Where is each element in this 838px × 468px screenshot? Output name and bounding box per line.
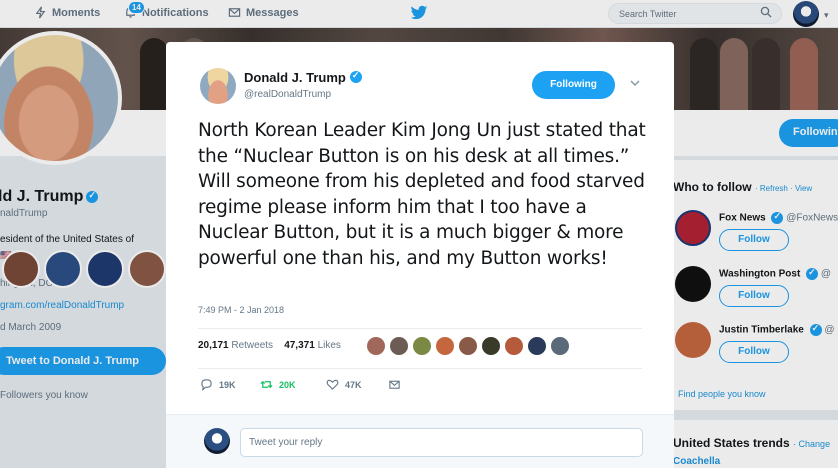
following-button[interactable]: Following: [532, 71, 615, 99]
retweet-icon: [260, 380, 273, 389]
tweet-stats: 20,171 Retweets 47,371 Likes: [198, 340, 341, 351]
verified-icon: [349, 70, 362, 83]
liker-avatar[interactable]: [389, 336, 409, 356]
tweet-timestamp[interactable]: 7:49 PM - 2 Jan 2018: [198, 305, 284, 315]
author-avatar[interactable]: [200, 68, 236, 104]
retweet-count: 20K: [279, 379, 296, 390]
author-handle[interactable]: @realDonaldTrump: [244, 89, 331, 100]
divider: [198, 328, 642, 329]
like-action[interactable]: 47K: [326, 378, 362, 391]
liker-avatar[interactable]: [527, 336, 547, 356]
likes-count[interactable]: 47,371: [284, 340, 315, 351]
tweet-modal: Donald J. Trump @realDonaldTrump Followi…: [166, 42, 674, 468]
liker-avatar[interactable]: [458, 336, 478, 356]
retweets-label[interactable]: Retweets: [231, 340, 273, 351]
envelope-icon: [389, 380, 400, 389]
reply-action[interactable]: 19K: [200, 378, 236, 391]
liker-avatar[interactable]: [435, 336, 455, 356]
reply-icon: [201, 379, 212, 391]
liker-avatar[interactable]: [412, 336, 432, 356]
heart-icon: [326, 379, 339, 390]
liker-avatar[interactable]: [550, 336, 570, 356]
author-name[interactable]: Donald J. Trump: [244, 70, 362, 85]
likes-label[interactable]: Likes: [318, 340, 341, 351]
like-count: 47K: [345, 379, 362, 390]
reply-avatar: [204, 428, 230, 454]
direct-message-action[interactable]: [388, 378, 401, 391]
liker-avatar[interactable]: [366, 336, 386, 356]
divider: [198, 368, 642, 369]
reply-count: 19K: [219, 379, 236, 390]
reply-input[interactable]: Tweet your reply: [240, 428, 643, 457]
liker-avatar[interactable]: [481, 336, 501, 356]
liker-avatar[interactable]: [504, 336, 524, 356]
retweets-count[interactable]: 20,171: [198, 340, 229, 351]
retweet-action[interactable]: 20K: [260, 378, 296, 391]
chevron-down-icon[interactable]: [630, 78, 640, 88]
tweet-text: North Korean Leader Kim Jong Un just sta…: [198, 120, 646, 269]
